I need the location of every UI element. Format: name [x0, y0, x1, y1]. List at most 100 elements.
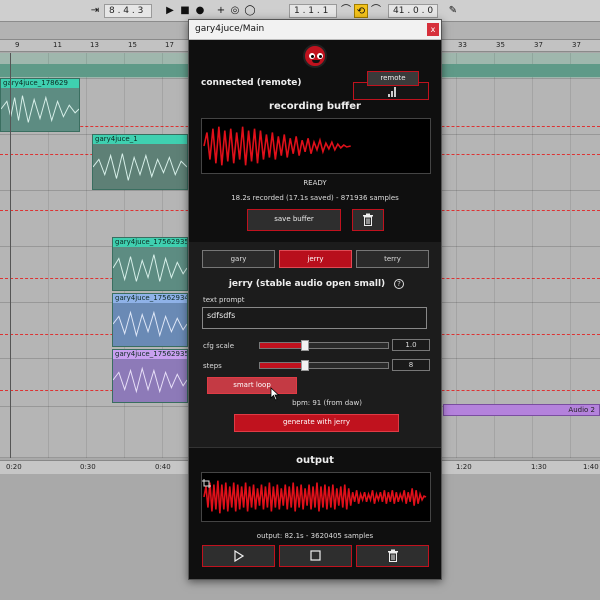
- stop-transport-icon[interactable]: ■: [178, 4, 192, 18]
- time-label: 0:40: [155, 463, 171, 471]
- plugin-window: gary4juce/Main x connected (remote) remo…: [188, 19, 442, 580]
- clip-name: gary4juce_178629: [1, 79, 79, 88]
- grid-line: [456, 53, 457, 458]
- time-label: 0:30: [80, 463, 96, 471]
- overdub-icon[interactable]: +: [214, 4, 228, 18]
- output-waveform-graphic: [203, 480, 427, 514]
- steps-value[interactable]: 8: [392, 359, 430, 371]
- prompt-label: text prompt: [203, 296, 245, 304]
- automation-arm-icon[interactable]: ◎: [228, 4, 242, 18]
- window-title: gary4juce/Main: [195, 24, 265, 34]
- track-strip: [0, 64, 188, 77]
- draw-mode-icon[interactable]: ✎: [446, 4, 460, 18]
- signal-bars-icon: [388, 87, 396, 97]
- ruler-number: 15: [128, 41, 137, 49]
- clip-waveform: [113, 366, 187, 394]
- clip-waveform: [1, 95, 79, 123]
- stop-icon: [310, 550, 321, 561]
- output-info: output: 82.1s - 3620405 samples: [256, 532, 374, 540]
- connection-status: connected (remote): [201, 78, 302, 88]
- steps-fill: [260, 363, 305, 368]
- punch-in-icon[interactable]: ⌒: [339, 4, 353, 18]
- audio-clip[interactable]: gary4juce_17562934168: [112, 293, 188, 347]
- delete-output-button[interactable]: [356, 545, 429, 567]
- recording-buffer-waveform[interactable]: [201, 118, 431, 174]
- clip-name: gary4juce_17562934168: [113, 294, 187, 303]
- save-buffer-button[interactable]: save buffer: [247, 209, 341, 231]
- play-transport-icon[interactable]: ▶: [163, 4, 177, 18]
- time-label: 1:30: [531, 463, 547, 471]
- grid-line: [86, 53, 87, 458]
- song-position-display[interactable]: 8 . 4 . 3: [104, 4, 152, 18]
- time-label: 1:20: [456, 463, 472, 471]
- stop-output-button[interactable]: [279, 545, 352, 567]
- audio-clip[interactable]: gary4juce_1: [92, 134, 188, 190]
- bpm-info: bpm: 91 (from daw): [292, 399, 362, 407]
- capture-midi-icon[interactable]: ◯: [243, 4, 257, 18]
- ruler-number: 37: [534, 41, 543, 49]
- plugin-titlebar[interactable]: gary4juce/Main x: [189, 20, 441, 40]
- text-prompt-input[interactable]: sdfsdfs: [202, 307, 427, 329]
- punch-out-icon[interactable]: ⌒: [369, 4, 383, 18]
- play-icon: [234, 550, 244, 562]
- cfg-scale-fill: [260, 343, 305, 348]
- help-circle-icon[interactable]: ?: [394, 279, 404, 289]
- ruler-number: 37: [572, 41, 581, 49]
- grid-line: [570, 53, 571, 458]
- clear-buffer-button[interactable]: [352, 209, 384, 231]
- loop-start-display[interactable]: 1 . 1 . 1: [289, 4, 337, 18]
- playhead[interactable]: [10, 53, 11, 458]
- grid-line: [532, 53, 533, 458]
- ruler-number: 9: [15, 41, 20, 49]
- audio-clip[interactable]: gary4juce_17562935629: [112, 349, 188, 403]
- buffer-info: 18.2s recorded (17.1s saved) - 871936 sa…: [231, 194, 399, 202]
- grid-line: [494, 53, 495, 458]
- loop-switch-icon[interactable]: ⟲: [354, 4, 368, 18]
- clip-waveform: [113, 254, 187, 282]
- cfg-scale-value[interactable]: 1.0: [392, 339, 430, 351]
- output-title: output: [296, 455, 334, 466]
- track-strip: [442, 64, 600, 77]
- generate-button[interactable]: generate with jerry: [234, 414, 399, 432]
- gary-logo-icon: [303, 44, 327, 68]
- steps-slider[interactable]: [259, 360, 389, 371]
- time-label: 0:20: [6, 463, 22, 471]
- audio-clip[interactable]: gary4juce_17562935611: [112, 237, 188, 291]
- tab-gary[interactable]: gary: [202, 250, 275, 268]
- trash-icon: [363, 213, 373, 226]
- clip-name: gary4juce_17562935611: [113, 238, 187, 247]
- steps-label: steps: [203, 362, 222, 370]
- record-transport-icon[interactable]: ●: [193, 4, 207, 18]
- tab-terry[interactable]: terry: [356, 250, 429, 268]
- cfg-scale-label: cfg scale: [203, 342, 235, 350]
- cfg-scale-thumb[interactable]: [300, 340, 309, 351]
- ruler-number: 33: [458, 41, 467, 49]
- crop-icon[interactable]: [202, 479, 211, 488]
- buffer-state: READY: [303, 179, 327, 187]
- audio-track-2-clip[interactable]: Audio 2: [443, 404, 600, 416]
- clip-name: gary4juce_17562935629: [113, 350, 187, 359]
- clip-waveform: [113, 310, 187, 338]
- tab-jerry[interactable]: jerry: [279, 250, 352, 268]
- smart-loop-button[interactable]: smart loop: [207, 377, 297, 394]
- ruler-number: 17: [165, 41, 174, 49]
- buffer-waveform-graphic: [203, 126, 351, 166]
- trash-icon: [388, 549, 398, 562]
- loop-length-display[interactable]: 41 . 0 . 0: [388, 4, 438, 18]
- clip-name: gary4juce_1: [93, 135, 187, 144]
- close-icon[interactable]: x: [427, 23, 439, 36]
- output-waveform[interactable]: [201, 472, 431, 522]
- steps-thumb[interactable]: [300, 360, 309, 371]
- section-divider: [189, 447, 441, 448]
- time-label: 1:40: [583, 463, 599, 471]
- clip-waveform: [93, 153, 187, 181]
- metronome-icon[interactable]: ⇥: [88, 4, 102, 18]
- audio-clip[interactable]: gary4juce_178629: [0, 78, 80, 132]
- play-output-button[interactable]: [202, 545, 275, 567]
- recording-buffer-title: recording buffer: [269, 101, 361, 112]
- ruler-number: 11: [53, 41, 62, 49]
- ruler-number: 35: [496, 41, 505, 49]
- remote-toggle-button[interactable]: remote: [367, 71, 419, 86]
- cfg-scale-slider[interactable]: [259, 340, 389, 351]
- ruler-number: 13: [90, 41, 99, 49]
